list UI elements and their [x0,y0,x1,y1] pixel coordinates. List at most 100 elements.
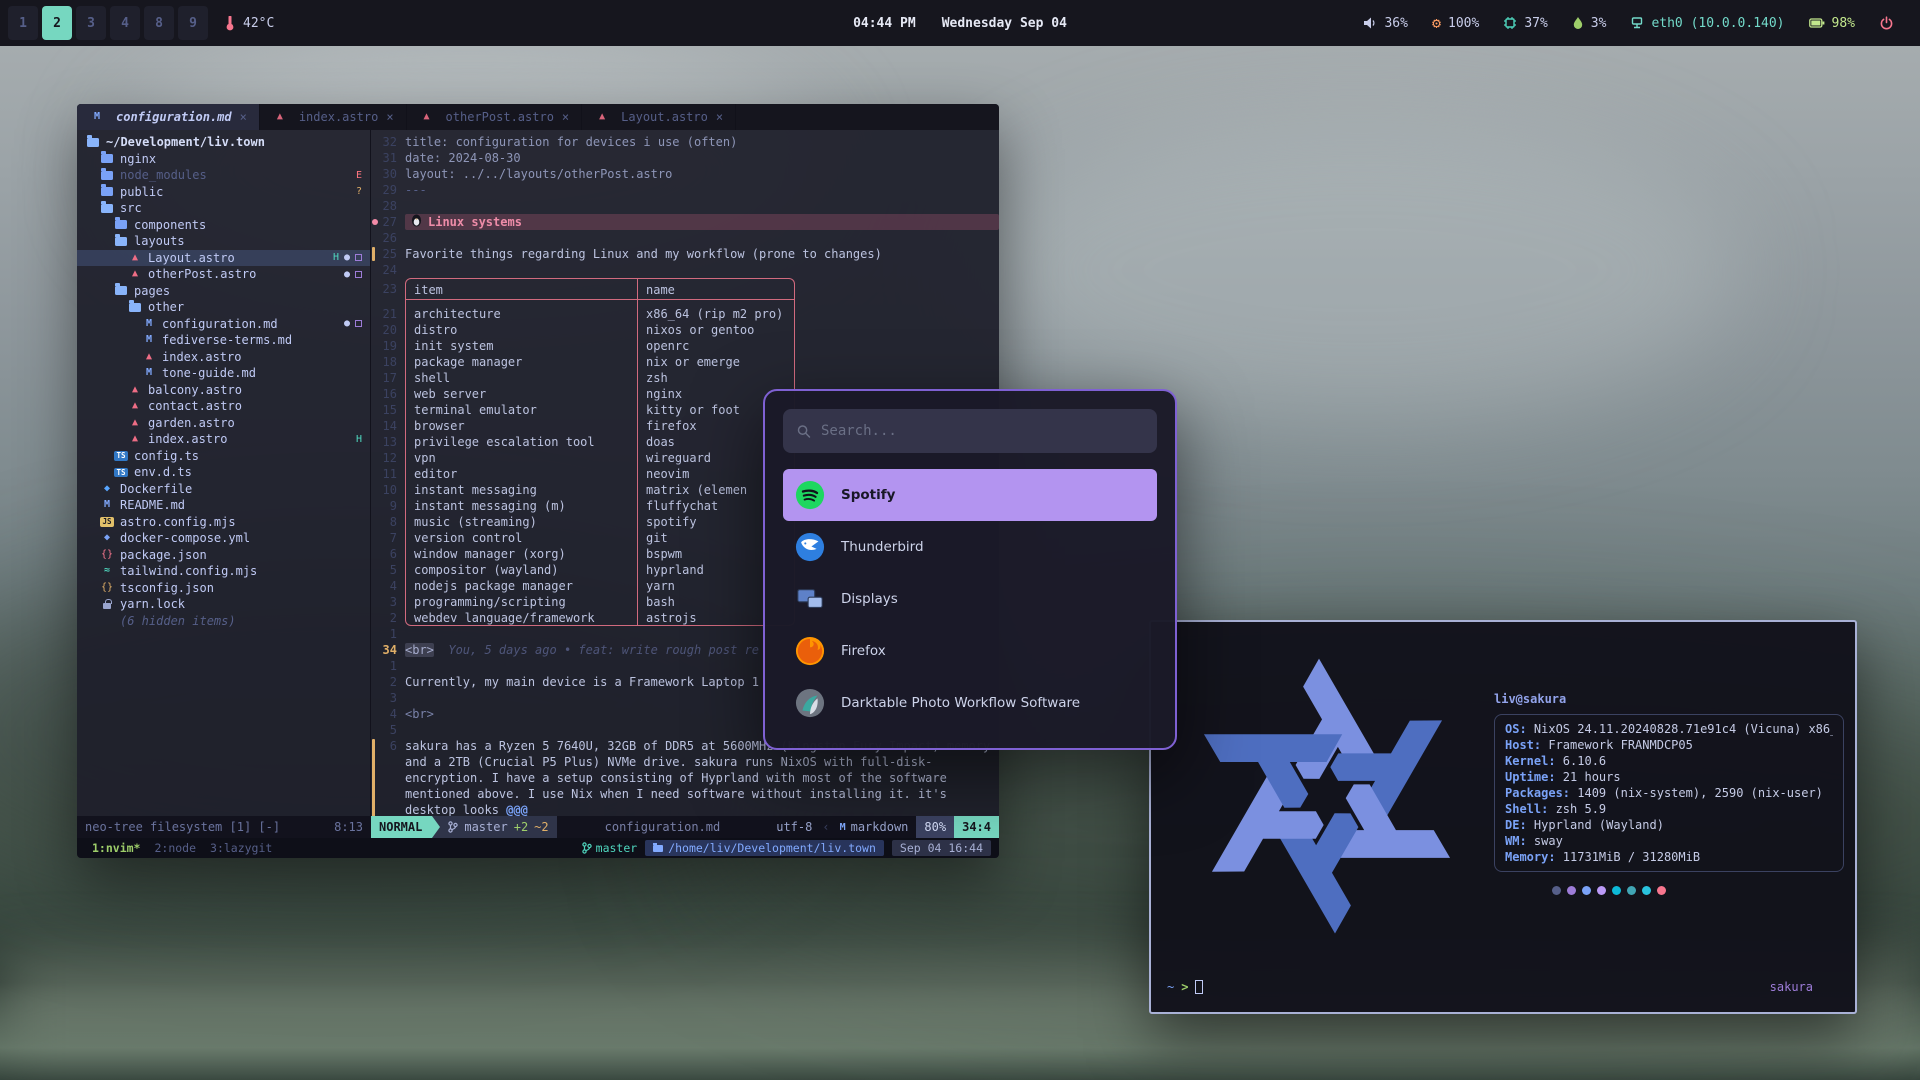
tree-item-components[interactable]: components [77,217,370,234]
table-cell-item: package manager [405,354,638,370]
folder-open-icon [115,286,127,295]
tree-item-node-modules[interactable]: node_modulesE [77,167,370,184]
launcher-item-displays[interactable]: Displays [783,573,1157,625]
tab-index.astro[interactable]: ▲index.astro× [260,104,407,130]
line-text: title: configuration for devices i use (… [405,134,999,150]
markdown-icon: M [146,335,152,345]
launcher-item-spotify[interactable]: Spotify [783,469,1157,521]
sign-column [371,402,379,418]
fetch-value: sway [1527,834,1563,848]
tree-item-other[interactable]: other [77,299,370,316]
tab-close-icon[interactable]: × [716,110,723,124]
tab-close-icon[interactable]: × [240,110,247,124]
tree-item-index.astro[interactable]: ▲index.astro [77,349,370,366]
tree-item-Dockerfile[interactable]: ◆Dockerfile [77,481,370,498]
tree-item-tailwind.config.mjs[interactable]: ≈tailwind.config.mjs [77,563,370,580]
tree-item-Layout.astro[interactable]: ▲Layout.astroH● [77,250,370,267]
fetch-value: 1409 (nix-system), 2590 (nix-user) [1570,786,1823,800]
tree-item-garden.astro[interactable]: ▲garden.astro [77,415,370,432]
tree-item-nginx[interactable]: nginx [77,151,370,168]
line-number: 23 [379,278,405,300]
modified-indicator: ● [344,318,350,329]
tree-item-public[interactable]: public? [77,184,370,201]
workspace-button-9[interactable]: 9 [178,6,208,40]
mode-indicator: NORMAL [371,816,432,838]
palette-dot [1582,886,1591,895]
tree-item-index.astro[interactable]: ▲index.astroH [77,431,370,448]
tree-item-tone-guide.md[interactable]: Mtone-guide.md [77,365,370,382]
sign-column [371,466,379,482]
buffer-line: 27Linux systems [371,214,999,230]
tree-item-label: fediverse-terms.md [162,333,292,347]
tree-item-label: env.d.ts [134,465,192,479]
tab-close-icon[interactable]: × [562,110,569,124]
tree-item--6-hidden-items-[interactable]: (6 hidden items) [77,613,370,630]
launcher-item-darktable-photo-workflow-software[interactable]: Darktable Photo Workflow Software [783,677,1157,729]
sign-column [371,198,379,214]
folder-open-icon [129,303,141,312]
markdown-icon: M [104,500,110,510]
tab-Layout.astro[interactable]: ▲Layout.astro× [582,104,736,130]
tab-close-icon[interactable]: × [386,110,393,124]
palette-dot [1627,886,1636,895]
workspace-button-4[interactable]: 4 [110,6,140,40]
tree-item-config.ts[interactable]: TSconfig.ts [77,448,370,465]
network-module[interactable]: eth0 (10.0.0.140) [1618,16,1796,31]
workspace-button-8[interactable]: 8 [144,6,174,40]
tree-item-docker-compose.yml[interactable]: ◆docker-compose.yml [77,530,370,547]
ts-icon: TS [113,451,129,461]
volume-module[interactable]: 36% [1351,16,1419,31]
neo-tree-sidebar[interactable]: ~/Development/liv.townnginxnode_modulesE… [77,130,371,816]
tree-item-label: balcony.astro [148,383,242,397]
line-text [405,198,999,214]
tree-item-badges: H● [333,252,362,263]
launcher-item-thunderbird[interactable]: Thunderbird [783,521,1157,573]
tree-item-contact.astro[interactable]: ▲contact.astro [77,398,370,415]
terminal-window[interactable]: liv@sakura OS: NixOS 24.11.20240828.71e9… [1149,620,1857,1014]
tree-item-otherPost.astro[interactable]: ▲otherPost.astro● [77,266,370,283]
power-button[interactable] [1867,16,1906,31]
memory-module[interactable]: 37% [1491,16,1559,31]
tree-item-~-Development-liv.town[interactable]: ~/Development/liv.town [77,134,370,151]
launcher-item-firefox[interactable]: Firefox [783,625,1157,677]
workspace-button-2[interactable]: 2 [42,6,72,40]
launcher-search[interactable] [783,409,1157,453]
astro-flame-icon: ▲ [146,352,152,362]
sign-column [371,514,379,530]
disk-module[interactable]: 3% [1560,16,1619,31]
line-number: 3 [379,594,405,610]
tree-item-package.json[interactable]: {}package.json [77,547,370,564]
tmux-git-segment: master [582,841,638,855]
sign-column [371,530,379,546]
workspace-button-3[interactable]: 3 [76,6,106,40]
astro-icon: ▲ [272,112,288,122]
tree-item-fediverse-terms.md[interactable]: Mfediverse-terms.md [77,332,370,349]
search-input[interactable] [821,423,1143,439]
tree-item-configuration.md[interactable]: Mconfiguration.md● [77,316,370,333]
temperature-value: 42°C [243,16,274,31]
tree-item-balcony.astro[interactable]: ▲balcony.astro [77,382,370,399]
battery-module[interactable]: 98% [1797,16,1867,31]
tree-item-tsconfig.json[interactable]: {}tsconfig.json [77,580,370,597]
line-number: 1 [379,626,405,642]
tab-label: Layout.astro [621,110,708,124]
workspace-button-1[interactable]: 1 [8,6,38,40]
tree-item-src[interactable]: src [77,200,370,217]
tree-item-layouts[interactable]: layouts [77,233,370,250]
folder-icon [653,845,663,852]
tree-item-env.d.ts[interactable]: TSenv.d.ts [77,464,370,481]
tree-item-README.md[interactable]: MREADME.md [77,497,370,514]
tmux-window-2:node[interactable]: 2:node [147,841,203,855]
fetch-value: 21 hours [1556,770,1621,784]
tmux-window-3:lazygit[interactable]: 3:lazygit [203,841,279,855]
tree-item-pages[interactable]: pages [77,283,370,300]
tree-item-astro.config.mjs[interactable]: JSastro.config.mjs [77,514,370,531]
tab-configuration.md[interactable]: Mconfiguration.md× [77,104,260,130]
tree-item-yarn.lock[interactable]: yarn.lock [77,596,370,613]
line-number: 20 [379,322,405,338]
tab-otherPost.astro[interactable]: ▲otherPost.astro× [407,104,583,130]
palette-dot [1552,886,1561,895]
sign-column [371,306,379,322]
cpu-module[interactable]: ⚙ 100% [1420,16,1491,31]
tmux-window-1:nvim*[interactable]: 1:nvim* [85,841,147,855]
